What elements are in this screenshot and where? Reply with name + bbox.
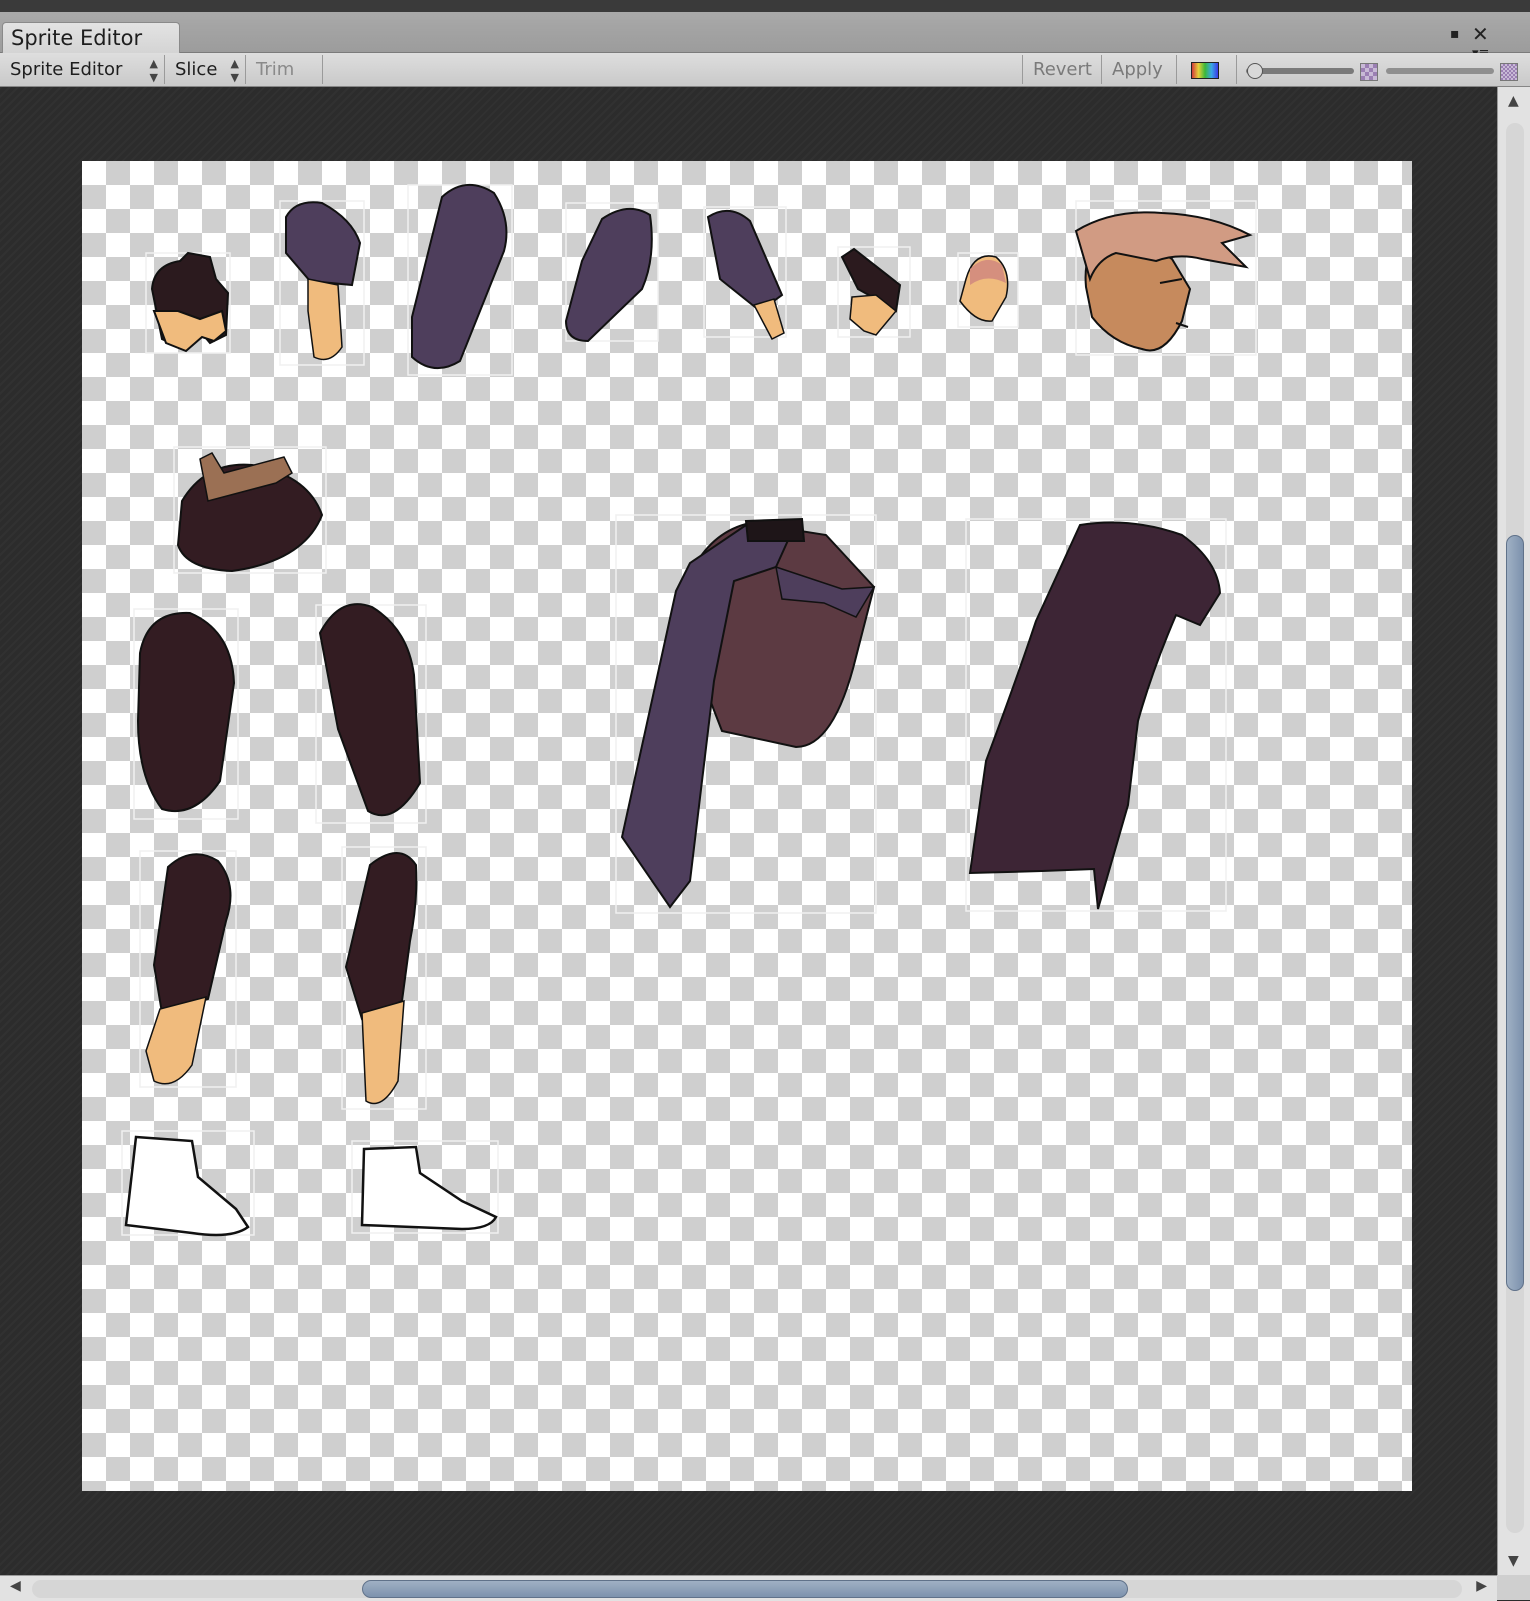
slice-dropdown-label: Slice <box>175 59 218 80</box>
tab-sprite-editor[interactable]: Sprite Editor <box>2 22 180 53</box>
color-channel-toggle[interactable] <box>1177 55 1237 84</box>
maximize-icon[interactable]: ▪ <box>1450 26 1460 42</box>
hand-fist-icon[interactable] <box>145 251 231 354</box>
zoom-slider[interactable] <box>1246 63 1354 79</box>
mode-dropdown[interactable]: Sprite Editor ▲ ▼ <box>0 55 165 84</box>
torso-jacket-icon[interactable] <box>615 514 877 914</box>
sprite-editor-window: Sprite Editor ▪ ✕ ▾≡ Sprite Editor ▲▼ Sl… <box>0 0 1530 1601</box>
mip-level-slider[interactable] <box>1386 68 1494 74</box>
horizontal-scroll-track[interactable] <box>32 1580 1462 1598</box>
dropdown-arrows-icon: ▲ ▼ <box>149 57 158 84</box>
thigh-right-icon[interactable] <box>315 603 427 824</box>
scroll-up-arrow-icon[interactable]: ▲ <box>1508 93 1519 109</box>
thumb-icon[interactable] <box>957 252 1019 328</box>
rgb-channel-icon <box>1191 62 1219 79</box>
coat-back-icon[interactable] <box>965 518 1227 912</box>
scroll-left-arrow-icon[interactable]: ◀ <box>10 1578 21 1594</box>
horizontal-scrollbar[interactable]: ◀ ▶ <box>0 1575 1497 1601</box>
shin-left-icon[interactable] <box>139 850 237 1088</box>
vertical-scroll-thumb[interactable] <box>1506 535 1524 1291</box>
forearm-sleeve-icon[interactable] <box>703 206 787 340</box>
sleeve-large-icon[interactable] <box>407 184 513 376</box>
sprite-sheet-drawing <box>121 184 1257 1237</box>
trim-button[interactable]: Trim <box>246 55 323 84</box>
shoe-right-icon[interactable] <box>351 1140 499 1234</box>
mip-high-icon <box>1500 63 1518 81</box>
sprite-canvas[interactable] <box>0 87 1497 1575</box>
zoom-slider-thumb[interactable] <box>1247 63 1263 79</box>
sprite-sheet-texture[interactable] <box>82 161 1412 1491</box>
thigh-left-icon[interactable] <box>133 608 239 820</box>
close-icon[interactable]: ✕ <box>1472 22 1489 46</box>
shoe-left-icon[interactable] <box>121 1130 255 1237</box>
scroll-right-arrow-icon[interactable]: ▶ <box>1476 1578 1487 1594</box>
dropdown-arrows-icon: ▲ ▼ <box>230 57 239 84</box>
shin-right-icon[interactable] <box>341 846 427 1110</box>
scrollbar-corner <box>1497 1575 1530 1600</box>
mode-dropdown-label: Sprite Editor <box>10 59 123 80</box>
head-icon[interactable] <box>1074 200 1257 356</box>
sleeve-small-icon[interactable] <box>564 202 659 343</box>
horizontal-scroll-thumb[interactable] <box>362 1580 1128 1598</box>
revert-button[interactable]: Revert <box>1022 55 1102 84</box>
mip-low-icon <box>1360 63 1378 81</box>
scroll-down-arrow-icon[interactable]: ▼ <box>1508 1553 1519 1569</box>
vertical-scroll-track[interactable] <box>1506 123 1524 1533</box>
slice-dropdown[interactable]: Slice ▲ ▼ <box>165 55 246 84</box>
vertical-scrollbar[interactable]: ▲ ▼ <box>1497 87 1530 1575</box>
upper-arm-sleeve-icon[interactable] <box>279 200 365 366</box>
title-strip <box>0 0 1530 12</box>
tab-bar: Sprite Editor ▪ ✕ ▾≡ <box>0 12 1530 61</box>
hand-small-icon[interactable] <box>837 246 911 338</box>
apply-button[interactable]: Apply <box>1102 55 1177 84</box>
hips-belt-icon[interactable] <box>173 446 327 574</box>
